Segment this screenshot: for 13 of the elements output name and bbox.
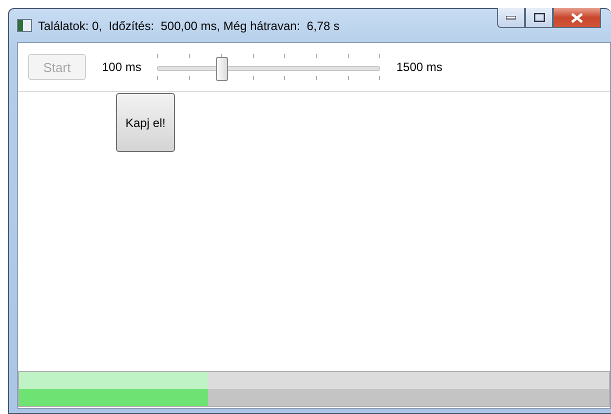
maximize-icon: [534, 13, 544, 22]
slider-thumb[interactable]: [216, 57, 228, 81]
minimize-button[interactable]: [497, 8, 525, 28]
interval-slider[interactable]: [157, 52, 380, 82]
maximize-button[interactable]: [525, 8, 553, 28]
catch-me-button[interactable]: Kapj el!: [116, 93, 175, 152]
minimize-icon: [506, 16, 516, 20]
window-title: Találatok: 0, Időzítés: 500,00 ms, Még hátravan: 6,78 s: [38, 18, 340, 32]
app-icon: [17, 19, 32, 32]
max-label: 1500 ms: [396, 60, 442, 74]
close-button[interactable]: [553, 8, 601, 28]
close-icon: [571, 12, 583, 22]
min-label: 100 ms: [102, 60, 142, 74]
